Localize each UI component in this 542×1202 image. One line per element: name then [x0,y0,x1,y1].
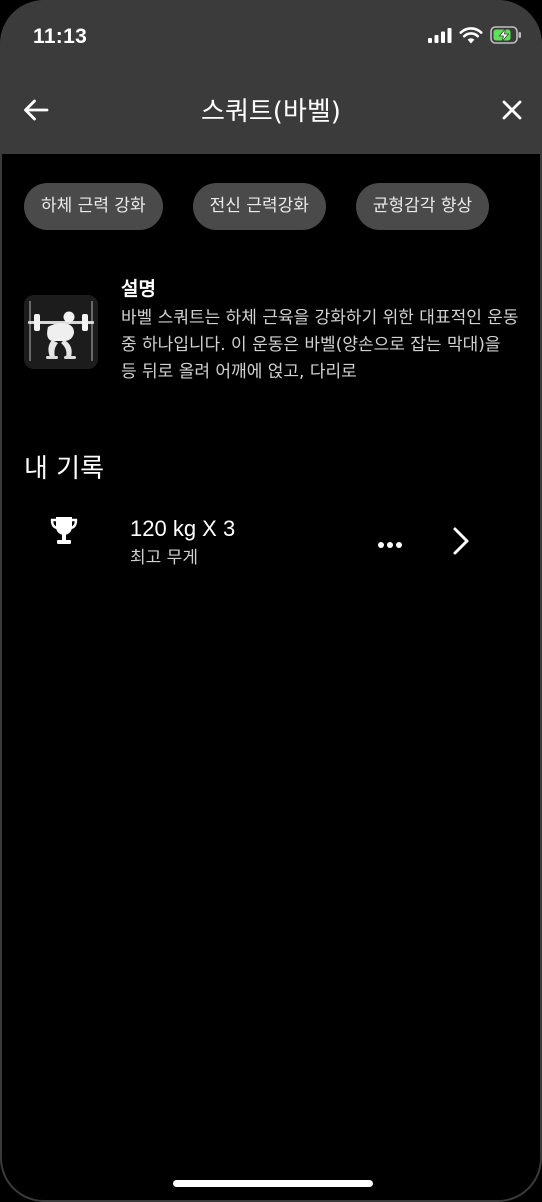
tag-list: 하체 근력 강화 전신 근력강화 균형감각 향상 [24,183,490,230]
exercise-thumbnail [24,295,98,369]
app-screen: 11:13 스쿼트(바벨) 하체 근력 강화 전신 근력강화 균형감각 향상 설… [0,0,542,1202]
tag-chip[interactable]: 전신 근력강화 [192,183,326,230]
header: 11:13 스쿼트(바벨) [0,0,542,154]
back-arrow-icon [22,98,50,126]
wifi-icon [459,26,483,48]
record-value: 120 kg X 3 [130,516,236,541]
tag-chip[interactable]: 하체 근력 강화 [24,183,163,230]
squat-exercise-icon [24,295,98,369]
chevron-right-icon [452,526,470,560]
close-button[interactable] [494,94,530,130]
more-horizontal-icon [377,534,403,553]
close-icon [500,98,524,126]
trophy-icon [50,515,78,547]
record-detail-button[interactable] [444,523,478,563]
records-title: 내 기록 [24,454,105,484]
record-label: 최고 무게 [130,548,198,568]
home-indicator[interactable] [173,1180,373,1187]
status-icons [428,25,522,49]
back-button[interactable] [18,94,54,130]
status-bar: 11:13 [0,0,542,70]
description-title: 설명 [121,278,156,300]
nav-bar: 스쿼트(바벨) [0,70,542,154]
description-text: 바벨 스쿼트는 하체 근육을 강화하기 위한 대표적인 운동 중 하나입니다. … [121,308,519,382]
status-time: 11:13 [33,25,88,48]
record-row[interactable]: 120 kg X 3 최고 무게 [0,505,542,581]
page-title: 스쿼트(바벨) [201,97,341,127]
signal-icon [428,27,452,47]
more-options-button[interactable] [368,525,412,561]
battery-charging-icon [490,26,522,48]
tag-chip[interactable]: 균형감각 향상 [355,183,490,230]
